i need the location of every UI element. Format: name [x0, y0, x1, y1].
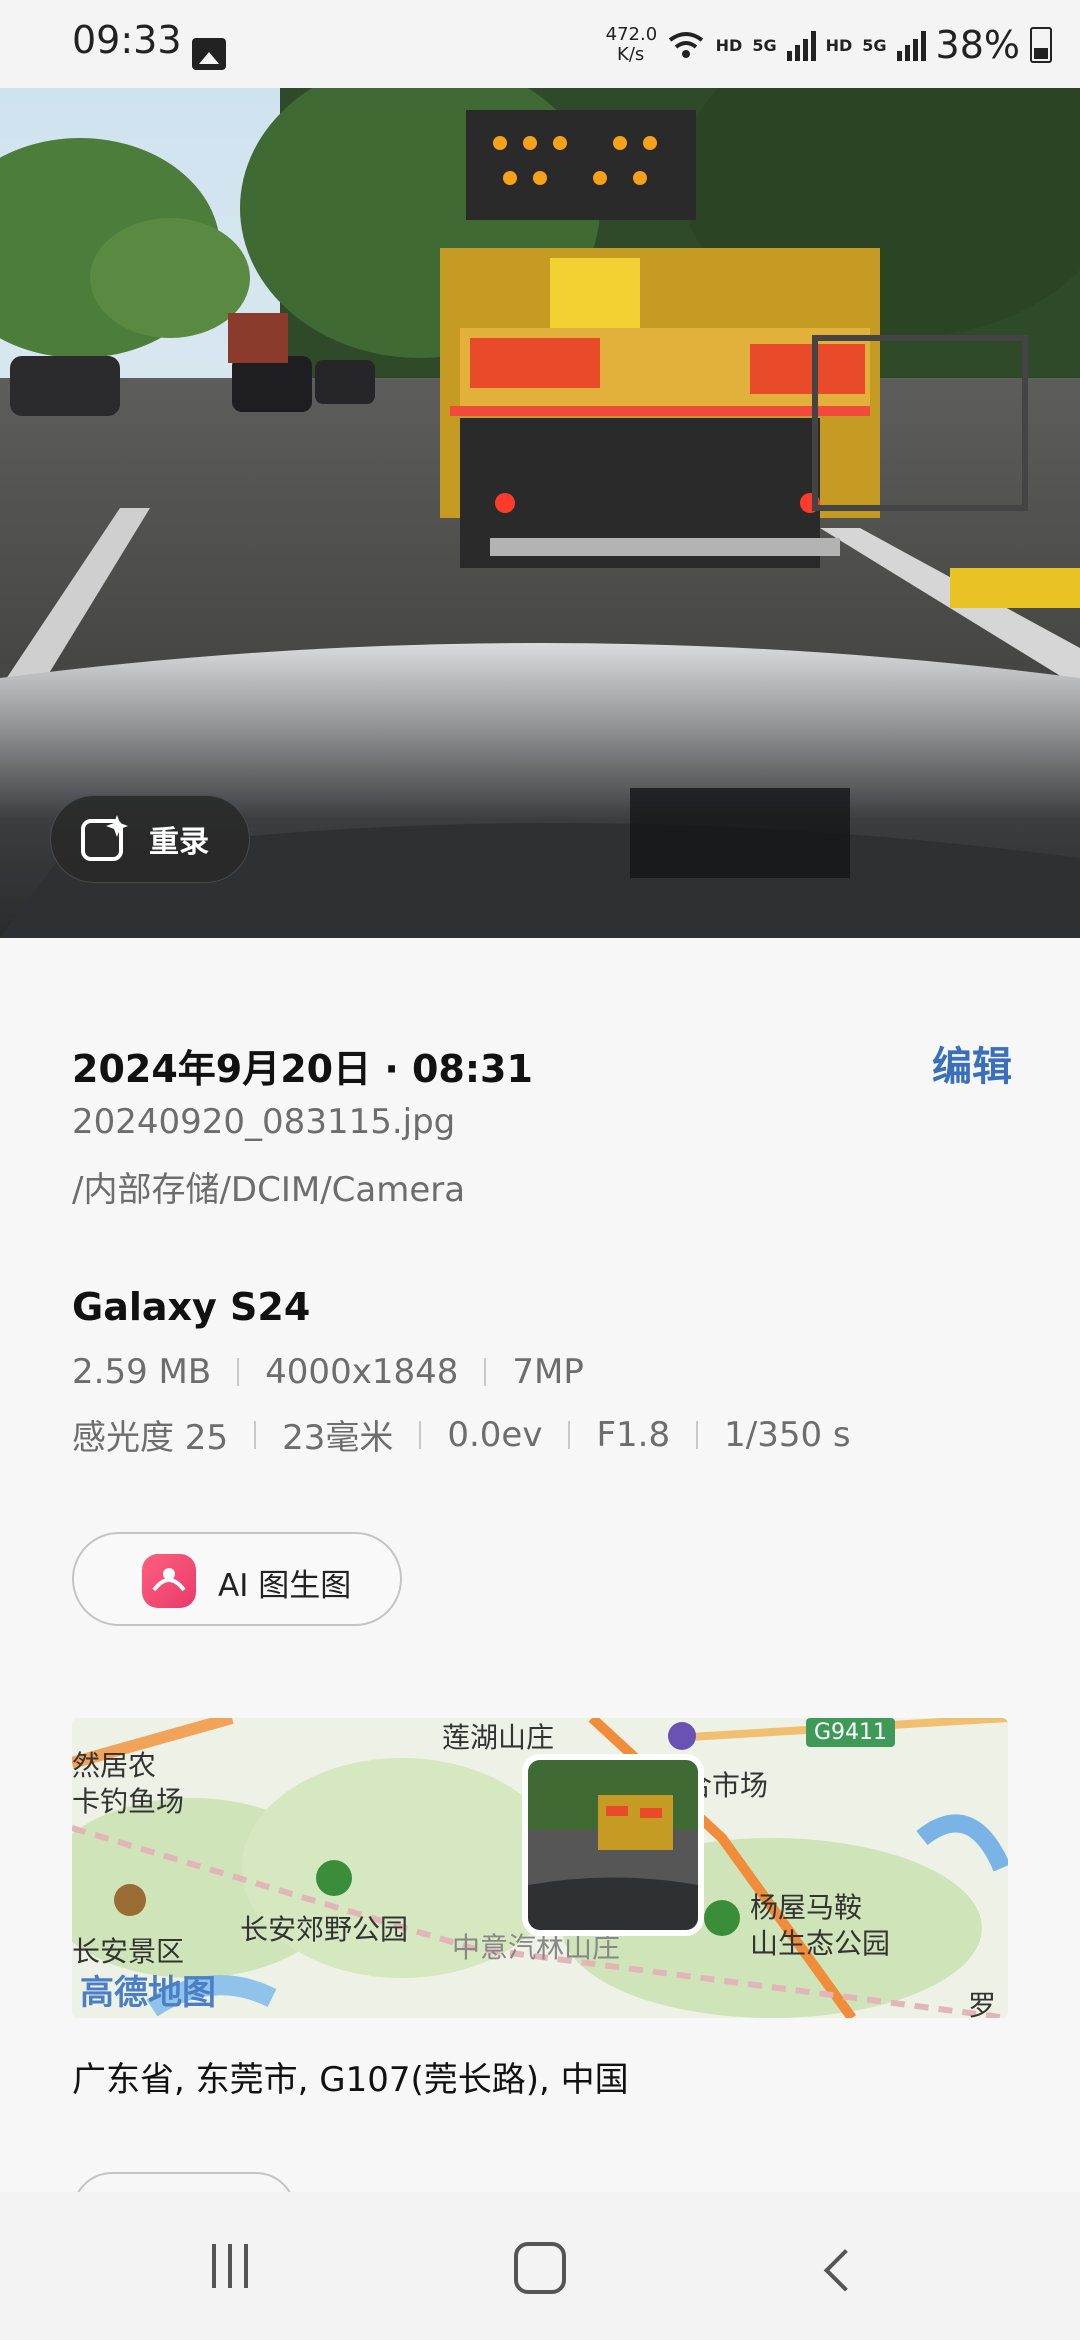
- status-icons: 472.0 K/s HD 5G HD 5G 38%: [606, 20, 1052, 70]
- 5g-label: 5G: [752, 35, 777, 55]
- separator: [254, 1420, 257, 1449]
- gallery-notification-icon: [192, 38, 226, 70]
- map-label: 罗: [968, 1989, 997, 2018]
- back-icon[interactable]: [823, 2249, 867, 2292]
- wifi-icon: [668, 32, 703, 58]
- highway-badge: G9411: [806, 1718, 896, 1747]
- ai-image-label: AI 图生图: [218, 1568, 352, 1604]
- megapixels: 7MP: [512, 1352, 584, 1392]
- map-label: 长安景区: [72, 1935, 185, 1968]
- status-time: 09:33: [72, 18, 182, 62]
- aperture: F1.8: [596, 1414, 671, 1455]
- file-path: /内部存储/DCIM/Camera: [72, 1170, 466, 1210]
- remaster-label: 重录: [149, 825, 209, 860]
- location-address: 广东省, 东莞市, G107(莞长路), 中国: [72, 2060, 629, 2100]
- file-meta-row: 2.59 MB 4000x1848 7MP: [72, 1352, 584, 1392]
- battery-icon: [1030, 27, 1052, 63]
- map-label: 长安郊野公园: [240, 1913, 409, 1946]
- 5g-label-2: 5G: [862, 35, 887, 55]
- status-bar: 09:33 472.0 K/s HD 5G HD 5G 38%: [0, 0, 1080, 88]
- separator: [484, 1358, 487, 1386]
- exposure-value: 0.0ev: [447, 1414, 543, 1455]
- recent-apps-icon[interactable]: [212, 2244, 248, 2288]
- signal-icon-2: [896, 29, 926, 61]
- map-label: 杨屋马鞍: [750, 1891, 863, 1924]
- exposure-meta-row: 感光度 25 23毫米 0.0ev F1.8 1/350 s: [72, 1410, 851, 1459]
- ai-app-icon: [142, 1554, 196, 1608]
- map-provider-logo: 高德地图: [80, 1973, 216, 2013]
- capture-date: 2024年9月20日 · 08:31: [72, 1047, 533, 1091]
- home-icon[interactable]: [514, 2242, 566, 2294]
- map-label: 然居农: [72, 1749, 157, 1782]
- network-speed: 472.0 K/s: [605, 24, 658, 65]
- iso-value: 感光度 25: [72, 1418, 229, 1458]
- device-name: Galaxy S24: [72, 1285, 311, 1329]
- map-label: 山生态公园: [750, 1927, 891, 1960]
- separator: [696, 1420, 699, 1449]
- location-map[interactable]: 莲湖山庄 然居农 卡钓鱼场 屋综合市场 长安郊野公园 杨屋马鞍 山生态公园 长安…: [72, 1718, 1008, 2018]
- map-label: 卡钓鱼场: [72, 1785, 185, 1818]
- hd-icon: HD: [715, 35, 743, 55]
- remaster-button[interactable]: 重录: [50, 795, 250, 883]
- file-name: 20240920_083115.jpg: [72, 1102, 456, 1142]
- map-label: 莲湖山庄: [442, 1721, 555, 1754]
- navigation-bar: [0, 2192, 1080, 2340]
- image-resolution: 4000x1848: [265, 1352, 459, 1392]
- ai-image-button[interactable]: AI 图生图: [72, 1532, 402, 1626]
- sparkle-edit-icon: [81, 815, 128, 861]
- shutter-speed: 1/350 s: [724, 1414, 851, 1455]
- hd-icon-2: HD: [825, 35, 853, 55]
- network-speed-value: 472.0: [605, 24, 658, 45]
- separator: [237, 1358, 240, 1386]
- network-speed-unit: K/s: [617, 44, 645, 65]
- separator: [568, 1420, 571, 1449]
- battery-percentage: 38%: [935, 23, 1020, 67]
- edit-button[interactable]: 编辑: [932, 1034, 1012, 1092]
- signal-icon: [786, 29, 816, 61]
- file-size: 2.59 MB: [72, 1352, 212, 1392]
- photo-location-thumbnail: [522, 1754, 704, 1936]
- separator: [419, 1420, 422, 1449]
- focal-length: 23毫米: [282, 1418, 394, 1458]
